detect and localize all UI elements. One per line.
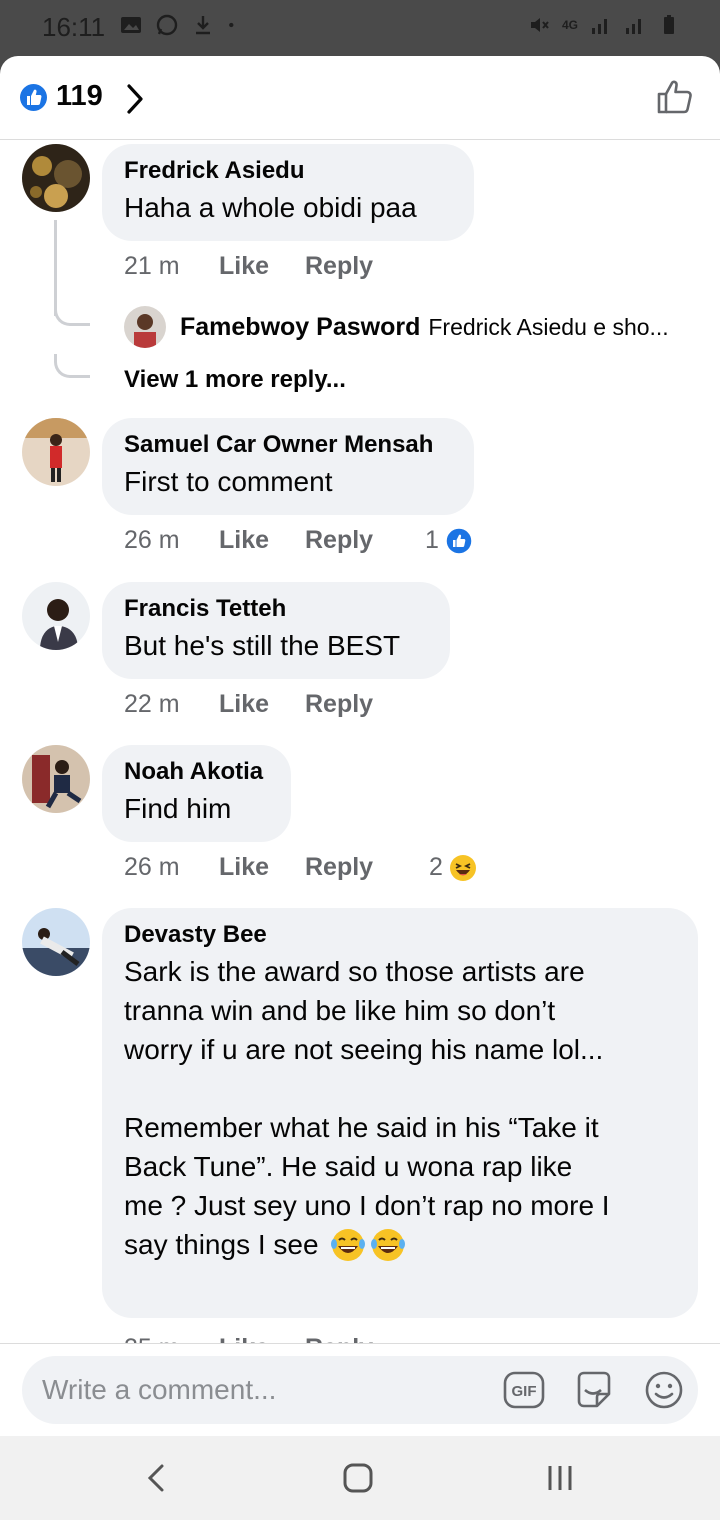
sticker-button[interactable] — [572, 1368, 616, 1412]
comment-time: 22 m — [124, 690, 180, 718]
reply-button[interactable]: Reply — [305, 690, 423, 719]
comment-list: Fredrick Asiedu Haha a whole obidi paa 2… — [0, 140, 720, 1343]
system-nav-bar — [0, 1436, 720, 1520]
svg-text:GIF: GIF — [512, 1383, 537, 1400]
emoji-button[interactable] — [642, 1368, 686, 1412]
comment-text-line: say things I see — [124, 1229, 319, 1260]
gallery-icon — [121, 17, 141, 33]
back-icon — [147, 1464, 164, 1492]
battery-icon — [664, 15, 674, 34]
gif-button[interactable]: GIF — [502, 1368, 546, 1412]
nested-reply[interactable]: Famebwoy Pasword Fredrick Asiedu e sho..… — [124, 306, 669, 348]
comment-bubble: Samuel Car Owner Mensah First to comment — [102, 418, 474, 515]
recents-button[interactable] — [538, 1456, 582, 1500]
comment-text-line: Sark is the award so those artists are — [124, 956, 585, 987]
dot-icon — [229, 22, 234, 28]
reply-author[interactable]: Famebwoy Pasword — [180, 313, 420, 342]
network-type-label: 4G — [561, 18, 578, 32]
mute-icon — [530, 18, 549, 32]
laughing-tears-emoji-icon — [330, 1228, 365, 1261]
like-outline-icon[interactable] — [656, 78, 694, 116]
comment-author[interactable]: Francis Tetteh — [124, 594, 428, 624]
home-icon — [343, 1463, 373, 1493]
download-icon — [196, 16, 210, 35]
signal-icon-2 — [626, 19, 641, 34]
back-button[interactable] — [134, 1456, 178, 1500]
thread-connector — [54, 302, 90, 326]
chevron-right-icon[interactable] — [124, 82, 146, 116]
comment-bubble: Devasty Bee Sark is the award so those a… — [102, 908, 698, 1318]
comment-author[interactable]: Samuel Car Owner Mensah — [124, 430, 452, 460]
reaction-count[interactable]: 2 — [429, 853, 443, 882]
smiley-icon — [645, 1371, 683, 1409]
laughing-tears-emoji-icon — [370, 1228, 405, 1261]
home-button[interactable] — [336, 1456, 380, 1500]
reaction-count[interactable]: 119 — [56, 80, 103, 113]
comment-bubble: Noah Akotia Find him — [102, 745, 291, 842]
like-reaction-badge — [20, 84, 47, 111]
comment-text-line: Remember what he said in his “Take it — [124, 1112, 599, 1143]
reply-button[interactable]: Reply — [305, 252, 423, 281]
comment-time: 26 m — [124, 526, 180, 554]
reaction-count[interactable]: 1 — [425, 526, 439, 555]
comment-text-line: worry if u are not seeing his name lol..… — [124, 1034, 604, 1065]
comment-author[interactable]: Fredrick Asiedu — [124, 156, 452, 186]
comment-text: Find him — [124, 793, 232, 824]
comment-input[interactable] — [42, 1366, 482, 1414]
gif-icon: GIF — [503, 1371, 545, 1409]
comments-sheet: 119 Fredrick Asiedu Haha a whole obidi p… — [0, 56, 720, 1436]
recents-icon — [548, 1466, 572, 1490]
view-more-replies-link[interactable]: View 1 more reply... — [124, 366, 346, 394]
avatar[interactable] — [22, 908, 90, 976]
avatar[interactable] — [22, 582, 90, 650]
thread-connector — [54, 354, 90, 378]
like-reaction-icon[interactable] — [445, 526, 473, 555]
like-button[interactable]: Like — [219, 252, 305, 281]
comment-text-line: me ? Just sey uno I don’t rap no more I — [124, 1190, 610, 1221]
comment-text: But he's still the BEST — [124, 630, 401, 661]
like-button[interactable]: Like — [219, 853, 305, 882]
comment-bubble: Francis Tetteh But he's still the BEST — [102, 582, 450, 679]
comment-text: Haha a whole obidi paa — [124, 192, 417, 223]
reactions-header: 119 — [0, 56, 720, 140]
reply-button[interactable]: Reply — [305, 526, 423, 555]
status-time: 16:11 — [42, 12, 106, 42]
comment-time: 26 m — [124, 853, 180, 881]
comment-author[interactable]: Noah Akotia — [124, 757, 269, 787]
like-button[interactable]: Like — [219, 690, 305, 719]
comment-author[interactable]: Devasty Bee — [124, 920, 676, 950]
comment-composer-bar: GIF — [0, 1343, 720, 1436]
status-bar: 16:11 4G — [0, 0, 720, 56]
like-button[interactable]: Like — [219, 526, 305, 555]
haha-reaction-icon[interactable] — [449, 854, 477, 882]
comment-text: Sark is the award so those artists are t… — [124, 952, 676, 1264]
reply-button[interactable]: Reply — [305, 1334, 423, 1343]
sticker-icon — [577, 1371, 611, 1408]
reply-text: Fredrick Asiedu e sho... — [428, 313, 669, 340]
like-button[interactable]: Like — [219, 1334, 305, 1343]
thumbs-up-icon — [27, 89, 42, 105]
avatar[interactable] — [22, 144, 90, 212]
avatar[interactable] — [22, 745, 90, 813]
reply-avatar[interactable] — [124, 306, 166, 348]
signal-icon — [592, 19, 607, 34]
comment-time: 21 m — [124, 252, 180, 280]
comment-bubble: Fredrick Asiedu Haha a whole obidi paa — [102, 144, 474, 241]
reply-button[interactable]: Reply — [305, 853, 423, 882]
comment-composer: GIF — [22, 1356, 698, 1424]
whatsapp-icon — [156, 14, 178, 36]
avatar[interactable] — [22, 418, 90, 486]
comment-text: First to comment — [124, 466, 333, 497]
comment-text-line: tranna win and be like him so don’t — [124, 995, 556, 1026]
comment-time: 25 m — [124, 1334, 219, 1343]
comment-text-line: Back Tune”. He said u wona rap like — [124, 1151, 573, 1182]
